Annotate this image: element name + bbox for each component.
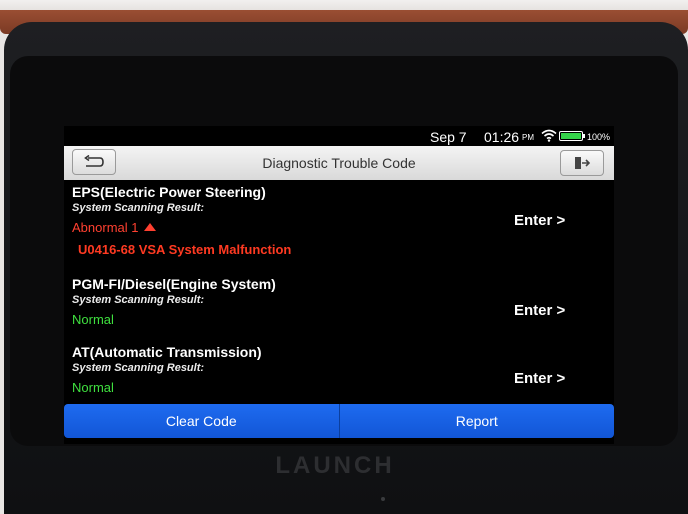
report-button[interactable]: Report	[338, 404, 614, 438]
scan-result-label: System Scanning Result:	[72, 294, 205, 306]
battery-icon	[559, 131, 583, 141]
battery-percent: 100%	[587, 132, 611, 142]
status-ampm: PM	[522, 133, 534, 142]
system-name: AT(Automatic Transmission)	[72, 344, 262, 360]
page-title: Diagnostic Trouble Code	[262, 155, 416, 171]
battery-tip	[583, 134, 585, 138]
system-name: EPS(Electric Power Steering)	[72, 184, 266, 200]
system-row-transmission: AT(Automatic Transmission) System Scanni…	[64, 344, 614, 400]
enter-button-transmission[interactable]: Enter >	[514, 370, 565, 387]
system-row-eps: EPS(Electric Power Steering) System Scan…	[64, 184, 614, 270]
wifi-icon	[541, 129, 557, 142]
scan-result-normal: Normal	[72, 380, 114, 395]
clear-code-button[interactable]: Clear Code	[64, 404, 339, 438]
exit-icon	[575, 157, 590, 169]
enter-button-engine[interactable]: Enter >	[514, 302, 565, 319]
scan-result-text: Abnormal 1	[72, 220, 139, 235]
scan-result-normal: Normal	[72, 312, 114, 327]
status-date: Sep 7	[430, 129, 467, 145]
brand-logo: LAUNCH	[275, 452, 395, 479]
title-bar: Diagnostic Trouble Code	[64, 146, 614, 180]
system-row-engine: PGM-FI/Diesel(Engine System) System Scan…	[64, 276, 614, 340]
exit-button[interactable]	[560, 150, 604, 176]
system-name: PGM-FI/Diesel(Engine System)	[72, 276, 276, 292]
scan-result-label: System Scanning Result:	[72, 362, 205, 374]
system-list: EPS(Electric Power Steering) System Scan…	[64, 184, 614, 400]
action-bar: Clear Code Report	[64, 404, 614, 438]
enter-button-eps[interactable]: Enter >	[514, 212, 565, 229]
scan-result-abnormal: Abnormal 1	[72, 220, 157, 235]
scan-result-label: System Scanning Result:	[72, 202, 205, 214]
device-screen: Sep 7 01:26 PM 100% Diagnostic Trouble C…	[64, 126, 614, 444]
status-time: 01:26	[484, 129, 520, 145]
dtc-entry: U0416-68 VSA System Malfunction	[78, 242, 292, 257]
expand-up-triangle-icon[interactable]	[144, 223, 157, 231]
device-indicator-dot	[381, 497, 385, 501]
status-bar: Sep 7 01:26 PM 100%	[64, 126, 614, 146]
